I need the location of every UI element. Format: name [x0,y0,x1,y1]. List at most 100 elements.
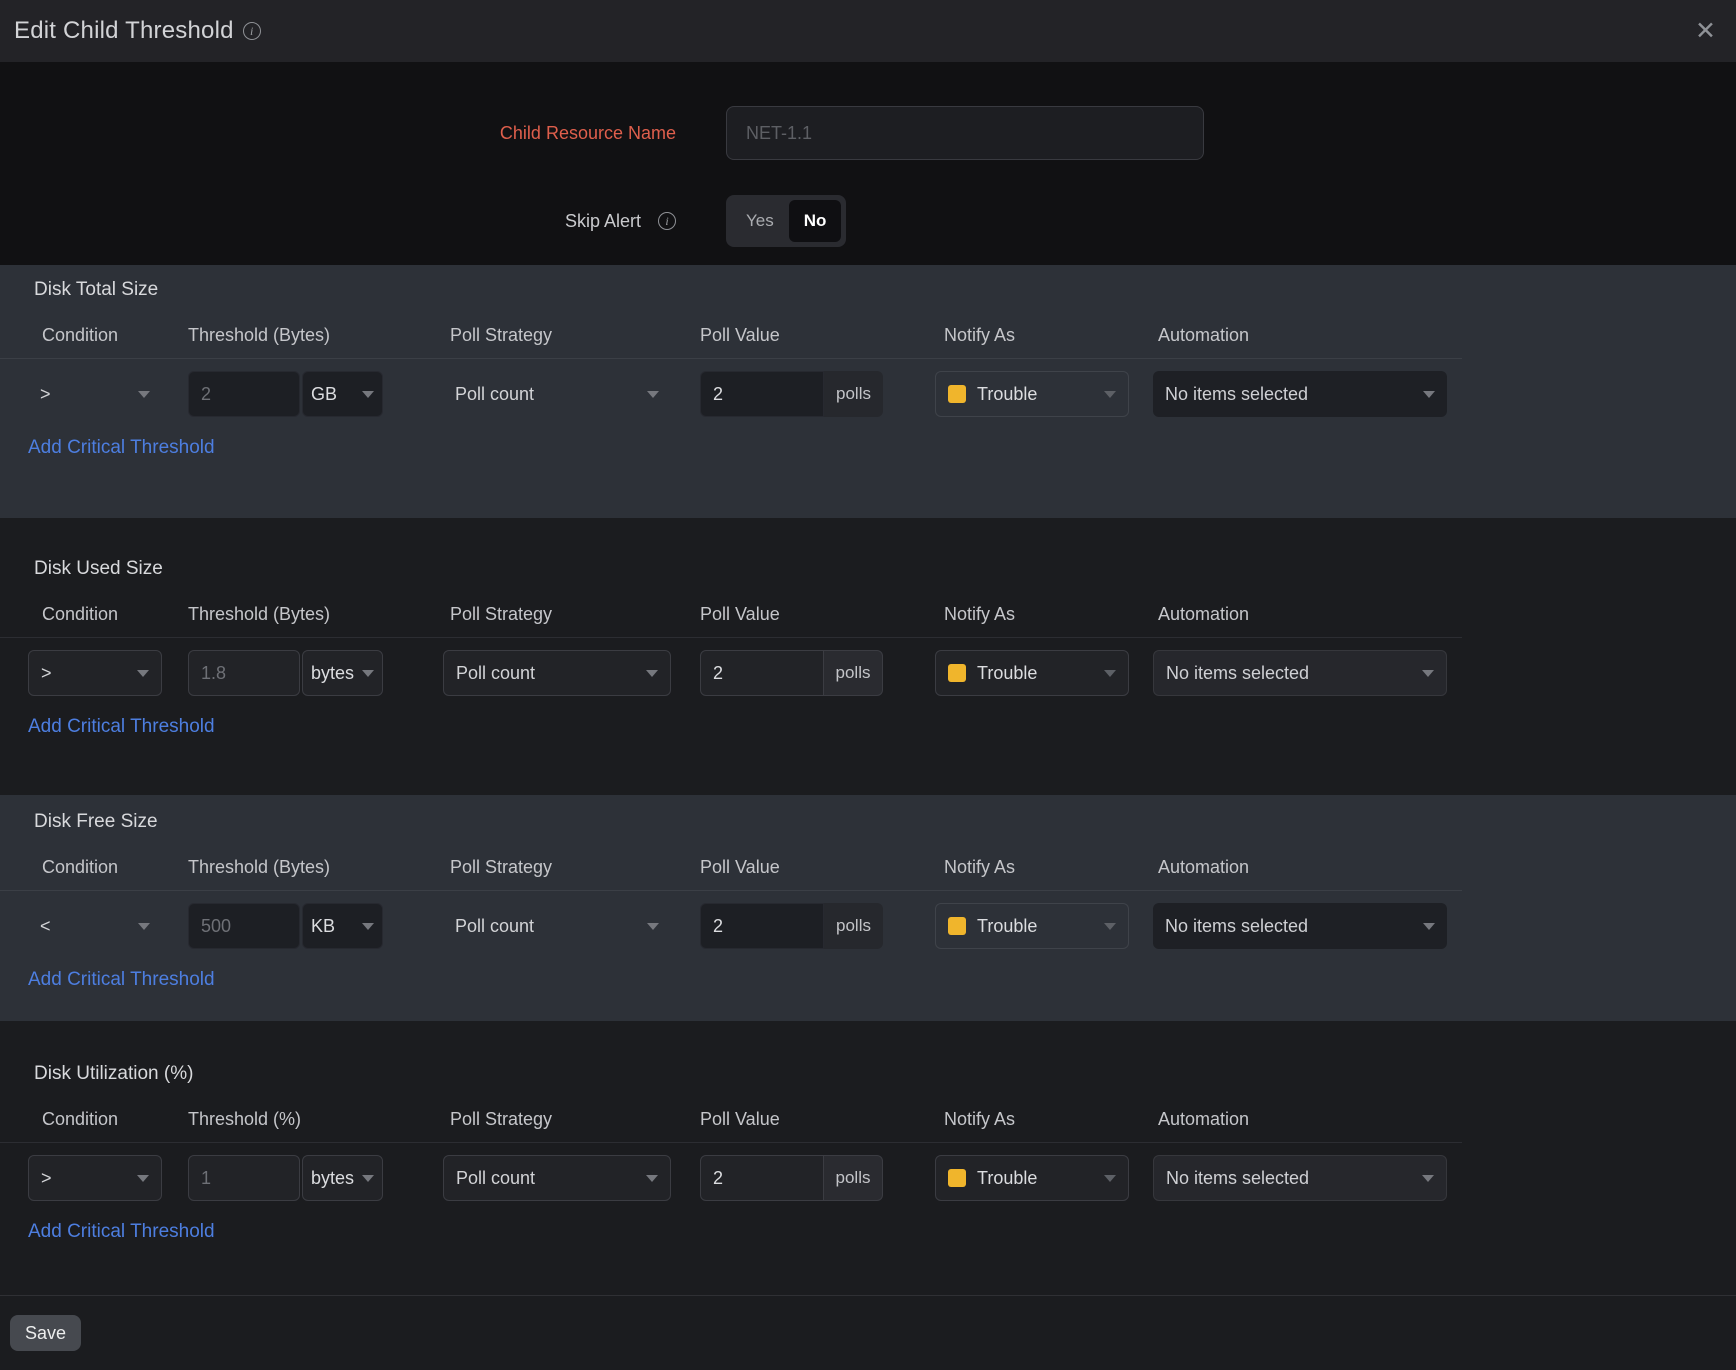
page-title: Edit Child Threshold [14,17,234,45]
column-header-notify-as: Notify As [935,325,1129,346]
poll-value-unit: polls [824,650,883,696]
skip-alert-toggle: Yes No [726,195,846,247]
section-title: Disk Total Size [0,279,1736,301]
poll-strategy-select[interactable]: Poll count [443,1155,671,1201]
resource-name-row: Child Resource Name [0,106,1736,160]
poll-strategy-select[interactable]: Poll count [443,371,671,417]
threshold-unit-select[interactable]: bytes [302,1155,383,1201]
condition-select[interactable]: > [28,1155,162,1201]
chevron-down-icon [1422,1175,1434,1182]
poll-value-unit: polls [824,1155,883,1201]
section-title: Disk Used Size [0,558,1736,580]
column-header-poll-strategy: Poll Strategy [443,1109,671,1130]
threshold-row: > bytes Poll count polls Trouble [0,650,1736,696]
automation-select[interactable]: No items selected [1153,903,1447,949]
add-critical-threshold-link[interactable]: Add Critical Threshold [28,437,215,459]
column-header-threshold: Threshold (Bytes) [188,857,383,878]
resource-name-label: Child Resource Name [0,123,676,144]
chevron-down-icon [1104,1175,1116,1182]
column-header-automation: Automation [1153,857,1447,878]
chevron-down-icon [138,923,150,930]
column-header-poll-value: Poll Value [700,325,883,346]
poll-value-input[interactable] [700,903,824,949]
close-icon[interactable]: ✕ [1691,15,1720,48]
threshold-input[interactable] [188,650,300,696]
column-header-notify-as: Notify As [935,604,1129,625]
column-header-automation: Automation [1153,1109,1447,1130]
poll-value-input[interactable] [700,371,824,417]
column-headers: Condition Threshold (Bytes) Poll Strateg… [0,604,1462,638]
threshold-input[interactable] [188,1155,300,1201]
threshold-input[interactable] [188,903,300,949]
info-icon: i [658,212,676,230]
top-form: Child Resource Name Skip Alert i Yes No [0,62,1736,265]
notify-as-select[interactable]: Trouble [935,650,1129,696]
threshold-unit-select[interactable]: GB [302,371,383,417]
column-header-poll-strategy: Poll Strategy [443,325,671,346]
chevron-down-icon [362,923,374,930]
add-critical-threshold-link[interactable]: Add Critical Threshold [28,1221,215,1243]
chevron-down-icon [646,1175,658,1182]
modal-footer: Save [0,1295,1736,1370]
column-header-condition: Condition [28,1109,162,1130]
chevron-down-icon [1104,391,1116,398]
automation-select[interactable]: No items selected [1153,371,1447,417]
info-icon: i [243,22,261,40]
automation-select[interactable]: No items selected [1153,650,1447,696]
column-header-automation: Automation [1153,325,1447,346]
skip-alert-yes-option[interactable]: Yes [731,200,789,242]
notify-as-select[interactable]: Trouble [935,371,1129,417]
chevron-down-icon [647,923,659,930]
poll-strategy-select[interactable]: Poll count [443,903,671,949]
poll-value-input[interactable] [700,650,824,696]
threshold-row: < KB Poll count polls Trouble [0,903,1736,949]
condition-select[interactable]: < [28,903,162,949]
threshold-row: > bytes Poll count polls Trouble [0,1155,1736,1201]
skip-alert-no-option[interactable]: No [789,200,842,242]
chevron-down-icon [646,670,658,677]
save-button[interactable]: Save [10,1315,81,1351]
chevron-down-icon [1104,923,1116,930]
section-disk-used-size: Disk Used Size Condition Threshold (Byte… [0,518,1736,795]
condition-select[interactable]: > [28,650,162,696]
trouble-color-swatch [948,917,966,935]
chevron-down-icon [137,670,149,677]
chevron-down-icon [362,391,374,398]
column-header-poll-value: Poll Value [700,1109,883,1130]
section-disk-total-size: Disk Total Size Condition Threshold (Byt… [0,265,1736,518]
column-headers: Condition Threshold (Bytes) Poll Strateg… [0,857,1462,891]
trouble-color-swatch [948,1169,966,1187]
modal-header: Edit Child Threshold i ✕ [0,0,1736,62]
chevron-down-icon [1104,670,1116,677]
column-header-threshold: Threshold (%) [188,1109,383,1130]
column-header-condition: Condition [28,325,162,346]
column-header-threshold: Threshold (Bytes) [188,325,383,346]
section-disk-free-size: Disk Free Size Condition Threshold (Byte… [0,795,1736,1021]
notify-as-select[interactable]: Trouble [935,1155,1129,1201]
add-critical-threshold-link[interactable]: Add Critical Threshold [28,969,215,991]
condition-select[interactable]: > [28,371,162,417]
notify-as-select[interactable]: Trouble [935,903,1129,949]
chevron-down-icon [362,670,374,677]
resource-name-input[interactable] [726,106,1204,160]
chevron-down-icon [647,391,659,398]
column-header-notify-as: Notify As [935,1109,1129,1130]
poll-strategy-select[interactable]: Poll count [443,650,671,696]
column-header-condition: Condition [28,604,162,625]
poll-value-unit: polls [824,371,883,417]
trouble-color-swatch [948,385,966,403]
chevron-down-icon [138,391,150,398]
chevron-down-icon [362,1175,374,1182]
column-header-condition: Condition [28,857,162,878]
chevron-down-icon [137,1175,149,1182]
automation-select[interactable]: No items selected [1153,1155,1447,1201]
poll-value-input[interactable] [700,1155,824,1201]
add-critical-threshold-link[interactable]: Add Critical Threshold [28,716,215,738]
trouble-color-swatch [948,664,966,682]
threshold-unit-select[interactable]: KB [302,903,383,949]
column-headers: Condition Threshold (Bytes) Poll Strateg… [0,325,1462,359]
column-header-notify-as: Notify As [935,857,1129,878]
threshold-input[interactable] [188,371,300,417]
threshold-row: > GB Poll count polls Trouble [0,371,1736,417]
threshold-unit-select[interactable]: bytes [302,650,383,696]
